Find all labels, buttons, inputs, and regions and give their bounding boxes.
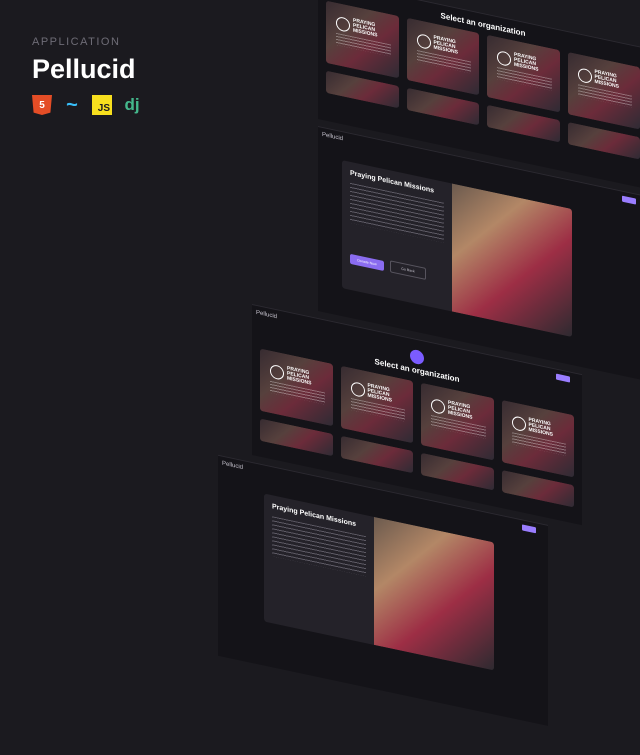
org-card[interactable]: PRAYINGPELICANMISSIONS	[260, 349, 333, 426]
html5-icon: 5	[32, 95, 52, 115]
org-card[interactable]	[260, 419, 333, 456]
org-card[interactable]: PRAYINGPELICANMISSIONS	[502, 400, 575, 477]
tech-stack: 5 ~ JS dj	[32, 95, 142, 115]
app-brand[interactable]: Pellucid	[322, 132, 343, 142]
back-button[interactable]: Go Back	[390, 260, 426, 280]
org-card[interactable]	[407, 88, 480, 125]
javascript-icon: JS	[92, 95, 112, 115]
org-detail-card: Praying Pelican Missions	[264, 494, 494, 671]
django-icon: dj	[122, 95, 142, 115]
org-card[interactable]: PRAYINGPELICANMISSIONS	[326, 1, 399, 78]
mockup-canvas: Select an organization PRAYINGPELICANMIS…	[318, 0, 640, 755]
donate-button[interactable]: Donate Now	[350, 254, 384, 271]
org-card[interactable]	[326, 71, 399, 108]
org-card[interactable]: PRAYINGPELICANMISSIONS	[487, 35, 560, 112]
project-title: Pellucid	[32, 54, 142, 85]
org-card[interactable]	[421, 453, 494, 490]
org-hero-image	[374, 517, 494, 670]
org-hero-image	[452, 184, 572, 337]
org-card[interactable]: PRAYINGPELICANMISSIONS	[341, 366, 414, 443]
app-brand[interactable]: Pellucid	[256, 310, 277, 320]
tailwind-icon: ~	[62, 95, 82, 115]
org-card[interactable]: PRAYINGPELICANMISSIONS	[421, 383, 494, 460]
account-pill[interactable]	[522, 524, 536, 533]
org-card[interactable]	[568, 122, 640, 159]
org-card[interactable]	[487, 105, 560, 142]
brand-logo-icon	[410, 349, 424, 366]
org-card[interactable]	[502, 470, 575, 507]
org-card[interactable]	[341, 436, 414, 473]
app-brand[interactable]: Pellucid	[222, 461, 243, 471]
org-card[interactable]: PRAYINGPELICANMISSIONS	[407, 18, 480, 95]
showcase-header: APPLICATION Pellucid 5 ~ JS dj	[32, 36, 142, 115]
account-pill[interactable]	[622, 196, 636, 205]
org-detail-card: Praying Pelican Missions Donate Now Go B…	[342, 160, 572, 337]
account-pill[interactable]	[556, 374, 570, 383]
org-card[interactable]: PRAYINGPELICANMISSIONS	[568, 52, 640, 129]
category-label: APPLICATION	[32, 36, 142, 48]
